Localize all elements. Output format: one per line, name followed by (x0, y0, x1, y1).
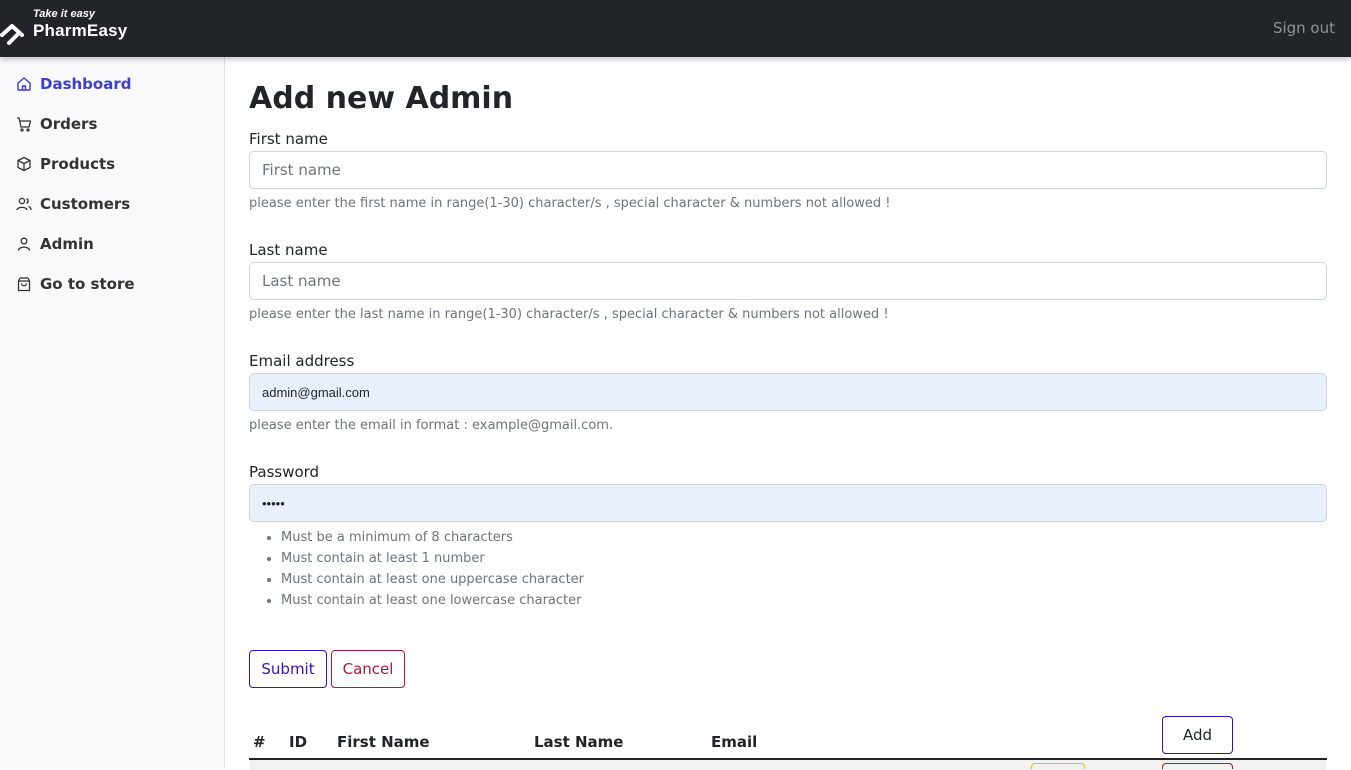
users-icon (16, 196, 32, 212)
sidebar-item-products[interactable]: Products (16, 153, 115, 175)
sidebar-item-label: Admin (40, 235, 94, 253)
user-icon (16, 236, 32, 252)
email-input[interactable] (249, 373, 1327, 411)
email-label: Email address (249, 352, 355, 370)
home-icon (16, 76, 32, 92)
brand-logo[interactable]: Take it easy PharmEasy (0, 6, 160, 46)
last-name-help: please enter the last name in range(1-30… (249, 307, 889, 322)
sidebar-item-dashboard[interactable]: Dashboard (16, 73, 131, 95)
brand-name: PharmEasy (33, 21, 128, 40)
bag-icon (16, 276, 32, 292)
sidebar-item-orders[interactable]: Orders (16, 113, 97, 135)
sidebar-item-admin[interactable]: Admin (16, 233, 94, 255)
column-header-first-name: First Name (337, 733, 430, 751)
box-icon (16, 156, 32, 172)
password-rule: Must contain at least 1 number (281, 548, 584, 569)
sidebar-item-go-to-store[interactable]: Go to store (16, 273, 135, 295)
password-rule: Must be a minimum of 8 characters (281, 527, 584, 548)
sidebar: Dashboard Orders Products Customers Admi… (0, 57, 225, 768)
cancel-button[interactable]: Cancel (331, 650, 405, 688)
sidebar-item-label: Go to store (40, 275, 135, 293)
column-header-index: # (253, 733, 266, 751)
password-rules: Must be a minimum of 8 characters Must c… (281, 527, 584, 611)
first-name-input[interactable] (249, 151, 1327, 189)
column-header-email: Email (711, 733, 758, 751)
sign-out-link[interactable]: Sign out (1273, 19, 1335, 37)
sidebar-item-label: Products (40, 155, 116, 173)
column-header-last-name: Last Name (534, 733, 624, 751)
email-help: please enter the email in format : examp… (249, 418, 614, 433)
last-name-label: Last name (249, 241, 328, 259)
cart-icon (16, 116, 32, 132)
sidebar-item-label: Dashboard (40, 75, 132, 93)
submit-button[interactable]: Submit (249, 650, 327, 688)
delete-button[interactable] (1162, 763, 1233, 769)
first-name-help: please enter the first name in range(1-3… (249, 196, 891, 211)
password-rule: Must contain at least one uppercase char… (281, 569, 584, 590)
sidebar-item-customers[interactable]: Customers (16, 193, 130, 215)
password-input[interactable] (249, 484, 1327, 522)
logo-icon (0, 24, 24, 45)
sidebar-item-label: Customers (40, 195, 131, 213)
column-header-id: ID (289, 733, 308, 751)
first-name-label: First name (249, 130, 328, 148)
page-title: Add new Admin (249, 81, 514, 116)
top-navbar: Take it easy PharmEasy Sign out (0, 0, 1351, 57)
sidebar-item-label: Orders (40, 115, 98, 133)
admin-table-header: # ID First Name Last Name Email (249, 733, 1327, 760)
password-rule: Must contain at least one lowercase char… (281, 590, 584, 611)
password-label: Password (249, 463, 320, 481)
last-name-input[interactable] (249, 262, 1327, 300)
edit-button[interactable] (1031, 763, 1085, 769)
brand-tagline: Take it easy (33, 8, 95, 20)
